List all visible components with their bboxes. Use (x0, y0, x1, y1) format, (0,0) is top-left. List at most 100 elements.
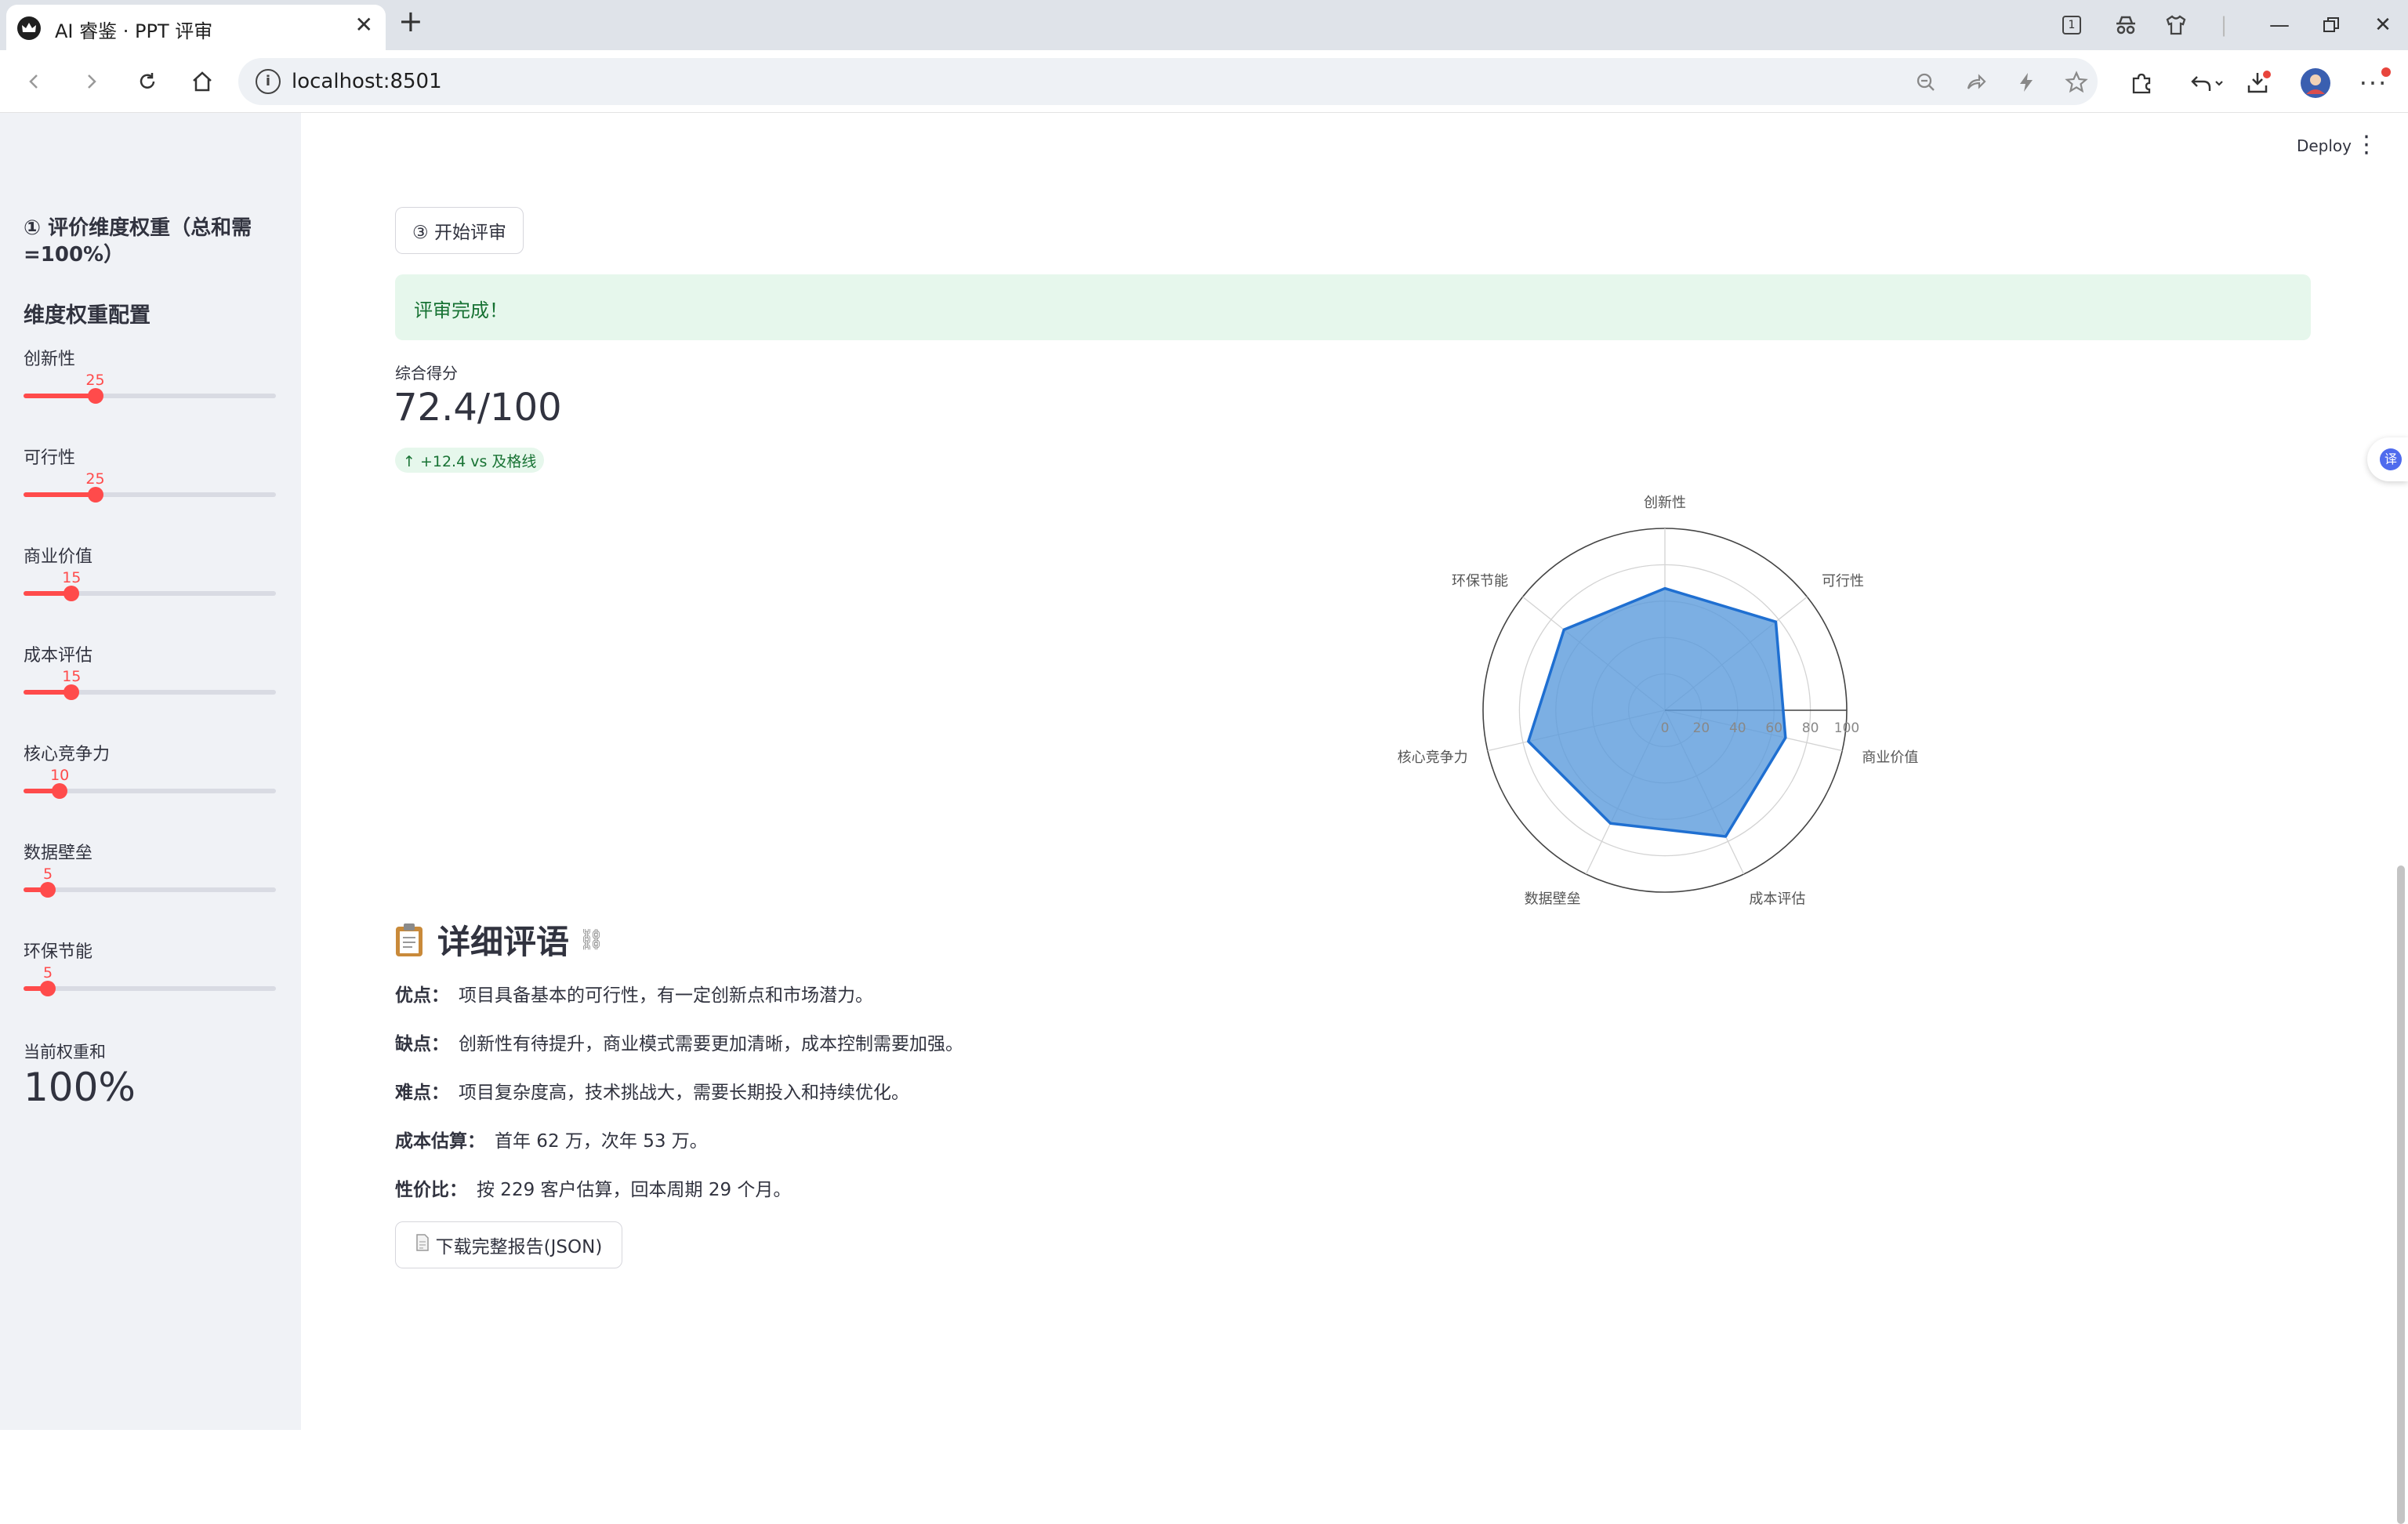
slider-thumb[interactable] (63, 586, 80, 601)
home-icon[interactable] (187, 66, 218, 97)
details-title: 详细评语 (437, 923, 570, 961)
history-undo-icon[interactable] (2184, 66, 2231, 100)
slider-thumb[interactable] (40, 882, 56, 898)
radar-tick-label: 40 (1729, 720, 1746, 736)
start-review-button[interactable]: ③ 开始评审 (395, 207, 524, 254)
slider-value: 10 (50, 767, 70, 784)
comment-label: 性价比： (395, 1180, 467, 1200)
deploy-button[interactable]: Deploy (2297, 136, 2352, 155)
radar-tick-label: 60 (1765, 720, 1782, 736)
radar-category-label: 核心竞争力 (1398, 749, 1468, 766)
minimize-icon[interactable]: — (2264, 11, 2295, 39)
weight-slider[interactable]: 成本评估 15 (24, 641, 276, 728)
slider-label: 商业价值 (24, 547, 93, 567)
weight-slider[interactable]: 可行性 25 (24, 444, 276, 530)
close-window-icon[interactable]: ✕ (2367, 11, 2399, 39)
share-icon[interactable] (1963, 69, 1989, 96)
radar-category-label: 创新性 (1644, 495, 1686, 511)
browser-tab-bar: AI 睿鉴 · PPT 评审 ✕ + 1 | — ✕ (0, 0, 2408, 50)
comment-label: 成本估算： (395, 1131, 485, 1152)
radar-chart: 0 20 40 60 80 100 创新性可行性商业价值成本评估 数据壁垒 核心竞争力 环保节能 (1398, 495, 1919, 908)
weight-sum-value: 100% (24, 1065, 136, 1110)
slider-value: 5 (43, 865, 53, 883)
incognito-icon[interactable] (2110, 11, 2141, 39)
download-report-button[interactable]: 下载完整报告(JSON) (395, 1221, 622, 1268)
new-tab-button[interactable]: + (398, 6, 423, 36)
slider-thumb[interactable] (52, 783, 68, 799)
profile-avatar[interactable] (2298, 66, 2333, 100)
lightning-icon[interactable] (2013, 69, 2040, 96)
site-info-icon[interactable]: i (256, 69, 281, 94)
slider-thumb[interactable] (40, 981, 56, 996)
comment-text: 项目复杂度高，技术挑战大，需要长期投入和持续优化。 (459, 1083, 909, 1103)
sidebar-subtitle: 维度权重配置 (24, 303, 150, 328)
weight-slider[interactable]: 环保节能 5 (24, 938, 276, 1024)
more-menu-icon[interactable]: ··· (2356, 66, 2391, 100)
forward-icon[interactable] (75, 66, 107, 97)
slider-label: 数据壁垒 (24, 844, 93, 863)
slider-label: 核心竞争力 (24, 745, 111, 764)
radar-category-label: 数据壁垒 (1525, 891, 1581, 908)
comment-line: 优点： 项目具备基本的可行性，有一定创新点和市场潜力。 (395, 980, 873, 1007)
slider-value: 25 (85, 372, 105, 389)
document-icon (415, 1234, 430, 1256)
divider: | (2220, 13, 2228, 37)
slider-value: 5 (43, 964, 53, 982)
weight-slider[interactable]: 创新性 25 (24, 345, 276, 431)
score-label: 综合得分 (395, 364, 458, 383)
comment-line: 难点： 项目复杂度高，技术挑战大，需要长期投入和持续优化。 (395, 1077, 909, 1104)
slider-thumb[interactable] (87, 487, 103, 503)
radar-tick-label: 0 (1661, 720, 1670, 736)
comment-label: 难点： (395, 1083, 449, 1103)
weight-slider[interactable]: 数据壁垒 5 (24, 839, 276, 925)
details-heading: 详细评语 ⛓ (393, 916, 604, 963)
reload-icon[interactable] (132, 66, 163, 97)
back-icon[interactable] (19, 66, 50, 97)
weight-slider[interactable]: 核心竞争力 10 (24, 740, 276, 826)
comment-text: 首年 62 万，次年 53 万。 (495, 1131, 708, 1152)
slider-label: 环保节能 (24, 942, 93, 962)
score-value: 72.4/100 (393, 386, 562, 430)
slider-label: 创新性 (24, 350, 76, 369)
sidebar: ① 评价维度权重（总和需=100%） 维度权重配置 创新性 25 可行性 25 商业价值… (0, 113, 301, 1430)
slider-track[interactable] (24, 887, 276, 892)
comment-text: 项目具备基本的可行性，有一定创新点和市场潜力。 (459, 985, 873, 1006)
tab-count-icon[interactable]: 1 (2060, 11, 2083, 39)
scrollbar[interactable] (2397, 865, 2405, 1524)
sidebar-title: ① 评价维度权重（总和需=100%） (24, 216, 252, 267)
extensions-icon[interactable] (2124, 66, 2159, 100)
bookmark-star-icon[interactable] (2063, 69, 2090, 96)
main-content: Deploy ⋮ ③ 开始评审 评审完成！ 综合得分 72.4/100 ↑ +1… (301, 113, 2408, 1524)
radar-category-label: 可行性 (1822, 573, 1864, 590)
slider-track[interactable] (24, 986, 276, 991)
comment-text: 创新性有待提升，商业模式需要更加清晰，成本控制需要加强。 (459, 1034, 963, 1054)
slider-thumb[interactable] (63, 684, 80, 700)
zoom-out-icon[interactable] (1913, 69, 1939, 96)
app-menu-icon[interactable]: ⋮ (2355, 133, 2378, 157)
weight-slider[interactable]: 商业价值 15 (24, 542, 276, 629)
tab-title: AI 睿鉴 · PPT 评审 (55, 20, 213, 42)
radar-series-area (1527, 586, 1787, 838)
slider-label: 可行性 (24, 448, 76, 468)
comment-line: 缺点： 创新性有待提升，商业模式需要更加清晰，成本控制需要加强。 (395, 1029, 963, 1055)
comment-line: 成本估算： 首年 62 万，次年 53 万。 (395, 1126, 708, 1152)
slider-thumb[interactable] (87, 388, 103, 404)
browser-tab[interactable]: AI 睿鉴 · PPT 评审 ✕ (6, 5, 386, 50)
radar-category-label: 商业价值 (1862, 749, 1918, 766)
radar-tick-label: 100 (1834, 720, 1859, 736)
restore-icon[interactable] (2316, 11, 2347, 39)
clipboard-icon (393, 922, 425, 958)
radar-tick-label: 80 (1802, 720, 1819, 736)
comment-label: 缺点： (395, 1034, 449, 1054)
comment-line: 性价比： 按 229 客户估算，回本周期 29 个月。 (395, 1174, 791, 1201)
anchor-link-icon[interactable]: ⛓ (578, 928, 604, 952)
url-box[interactable]: i localhost:8501 (238, 58, 2098, 105)
shirt-icon[interactable] (2160, 11, 2192, 39)
weight-sum-label: 当前权重和 (24, 1043, 106, 1061)
download-icon[interactable] (2242, 66, 2276, 100)
translate-float-button[interactable]: 译 (2367, 437, 2408, 481)
tab-close-icon[interactable]: ✕ (355, 14, 373, 36)
address-bar: i localhost:8501 ··· (0, 50, 2408, 113)
slider-value: 15 (62, 569, 82, 586)
url-text[interactable]: localhost:8501 (292, 70, 442, 93)
